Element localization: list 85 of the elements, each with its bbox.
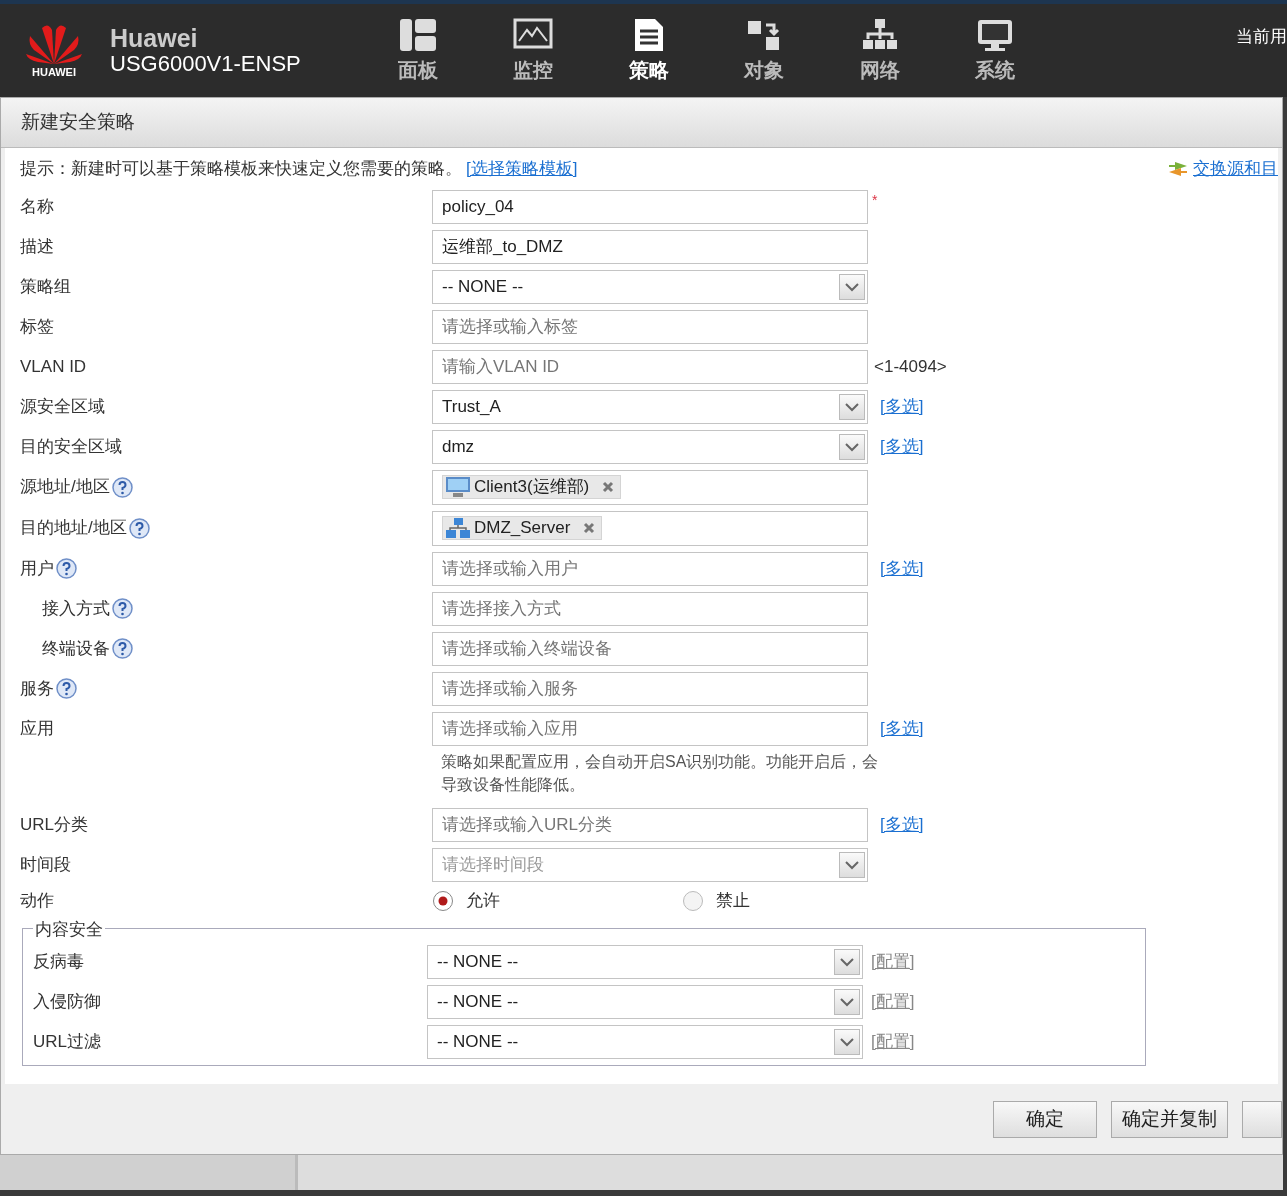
field-label: 反病毒 [33,951,85,974]
text-field[interactable]: 运维部_to_DMZ [432,229,868,264]
text-field[interactable]: policy_04 [432,189,868,224]
remove-icon[interactable] [583,522,596,534]
dropdown-field[interactable]: -- NONE -- [432,269,868,304]
logo-text: HUAWEI [32,65,76,81]
dropdown-caret-icon [834,988,860,1015]
panel-icon [397,16,438,53]
nav-tab[interactable]: 系统 [937,16,1053,85]
dropdown-field[interactable]: -- NONE -- [427,944,863,979]
remove-icon[interactable] [602,481,615,493]
field-label: 终端设备 [42,637,110,660]
config-link[interactable]: [配置] [871,1029,915,1055]
multi-select-link[interactable]: [多选] [880,812,924,838]
address-field[interactable]: Client3(运维部) [432,469,868,505]
field-label: VLAN ID [20,355,87,378]
address-field[interactable]: DMZ_Server [432,510,868,546]
address-tag[interactable]: DMZ_Server [442,516,603,540]
dialog-title: 新建安全策略 [1,98,1282,148]
dropdown-field[interactable]: -- NONE -- [427,984,863,1019]
nav-tab[interactable]: 对象 [706,16,822,85]
brand-name: Huawei [110,24,199,53]
text-field[interactable]: 请选择或输入用户 [432,551,868,586]
nav-tab[interactable]: 面板 [360,16,476,85]
dropdown-caret-icon [839,433,865,460]
radio-button[interactable] [432,889,454,912]
dropdown-caret-icon [834,948,860,975]
dialog-button[interactable]: 确定 [993,1100,1097,1138]
field-label: 用户 [20,557,54,580]
multi-select-link[interactable]: [多选] [880,393,924,420]
dialog-button[interactable]: 确定并复制 [1111,1100,1228,1138]
dropdown-field[interactable]: -- NONE -- [427,1024,863,1059]
field-label: URL过滤 [33,1031,102,1054]
dropdown-field[interactable]: Trust_A [432,389,868,424]
text-field[interactable]: 请选择或输入标签 [432,309,868,344]
field-label: 应用 [20,717,54,740]
radio-label: 禁止 [716,890,750,913]
network-nodes-icon [445,517,471,539]
field-label: 动作 [20,890,54,913]
dropdown-caret-icon [839,393,865,420]
text-field[interactable]: 请选择或输入URL分类 [432,807,868,842]
device-model: USG6000V1-ENSP [110,52,301,77]
field-label: 时间段 [20,854,71,877]
multi-select-link[interactable]: [多选] [880,555,924,582]
multi-select-link[interactable]: [多选] [880,433,924,460]
swap-arrows-icon [1167,159,1189,178]
field-label: 策略组 [20,275,71,298]
hint-text: 提示：新建时可以基于策略模板来快速定义您需要的策略。 [20,158,462,180]
field-label: 源安全区域 [20,395,105,418]
nav-tab[interactable]: 网络 [822,16,938,85]
nav-tab[interactable]: 监控 [475,16,591,85]
text-field[interactable]: 请选择或输入服务 [432,671,868,706]
field-label: 描述 [20,235,54,258]
text-field[interactable]: 请选择或输入终端设备 [432,631,868,666]
field-label: 目的安全区域 [20,435,122,458]
range-hint: <1-4094> [874,355,947,378]
address-tag[interactable]: Client3(运维部) [442,475,622,499]
dropdown-field[interactable]: dmz [432,429,868,464]
text-field[interactable]: 请输入VLAN ID [432,349,868,384]
field-label: 源地址/地区 [20,476,110,499]
dropdown-caret-icon [839,273,865,300]
multi-select-link[interactable]: [多选] [880,715,924,742]
required-mark: * [872,190,878,210]
text-field[interactable]: 请选择接入方式 [432,591,868,626]
field-label: 入侵防御 [33,991,102,1014]
field-label: 名称 [20,195,54,218]
field-label: 标签 [20,315,54,338]
swap-link[interactable]: 交换源和目 [1167,156,1278,182]
dialog-button[interactable] [1242,1100,1282,1138]
user-label: 当前用 [1236,26,1287,48]
nav-tab[interactable]: 策略 [591,16,707,85]
computer-icon [445,476,471,498]
template-link[interactable]: [选择策略模板] [466,156,578,182]
field-label: 接入方式 [42,597,110,620]
radio-button[interactable] [682,889,704,912]
field-label: 服务 [20,677,54,700]
config-link[interactable]: [配置] [871,949,915,975]
config-link[interactable]: [配置] [871,989,915,1015]
field-label: 目的地址/地区 [20,517,127,540]
radio-label: 允许 [466,890,500,913]
app-note: 策略如果配置应用，会自动开启SA识别功能。功能开启后，会导致设备性能降低。 [441,751,880,795]
text-field[interactable]: 请选择或输入应用 [432,711,868,746]
dropdown-caret-icon [834,1028,860,1055]
dropdown-caret-icon [839,851,865,878]
field-label: URL分类 [20,814,88,837]
